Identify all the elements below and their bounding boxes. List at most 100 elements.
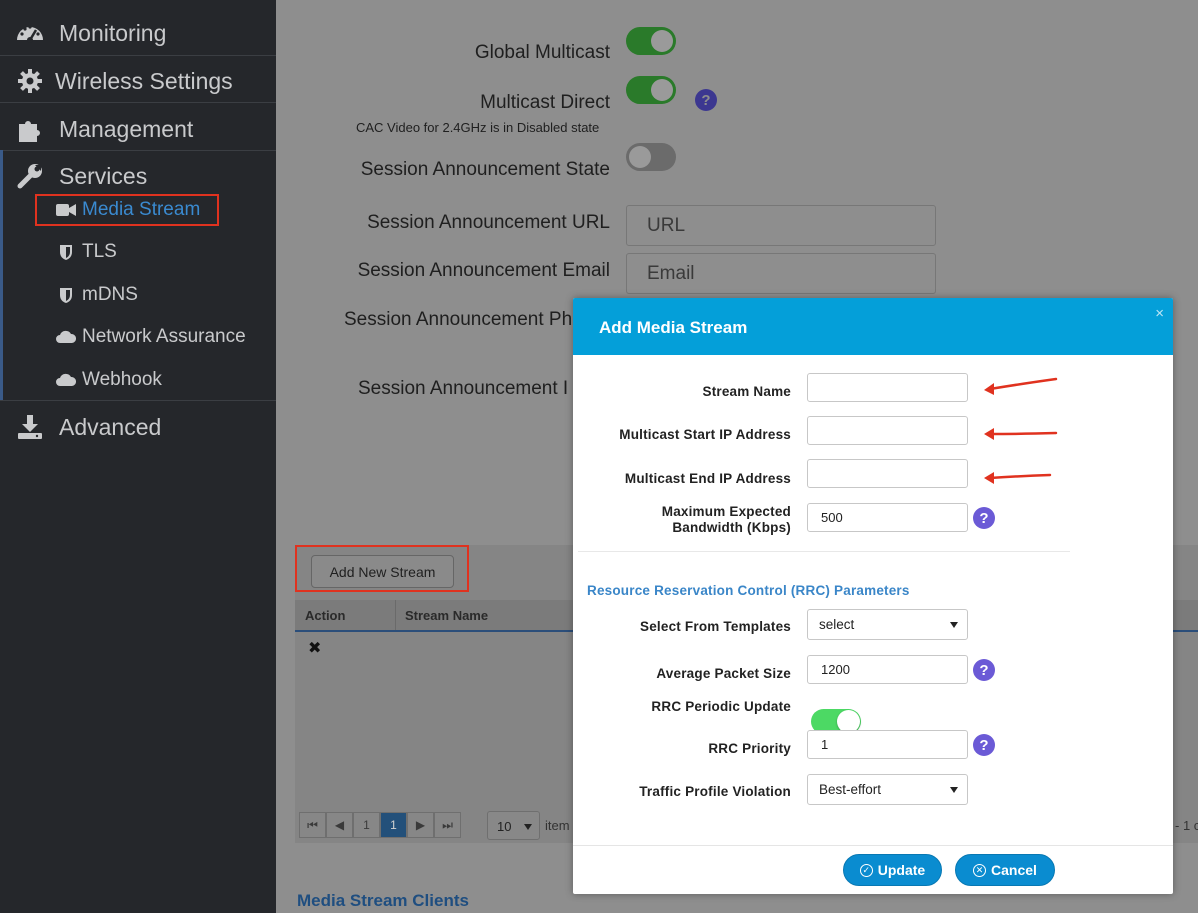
start-ip-label: Multicast Start IP Address — [619, 427, 791, 442]
cloud-icon — [56, 371, 76, 389]
help-icon[interactable]: ? — [695, 89, 717, 111]
multicast-direct-toggle[interactable] — [626, 76, 676, 104]
gear-icon — [15, 66, 45, 96]
global-multicast-toggle[interactable] — [626, 27, 676, 55]
sidebar-subitem-mdns[interactable]: mDNS — [56, 284, 138, 306]
prev-page-button[interactable]: ◀ — [326, 812, 353, 838]
sidebar-subitem-label: mDNS — [82, 284, 138, 305]
sidebar-subitem-network-assurance[interactable]: Network Assurance — [56, 326, 246, 348]
templates-select-value: select — [819, 617, 855, 632]
wrench-icon — [15, 161, 45, 191]
puzzle-icon — [15, 114, 45, 144]
column-header-stream-name: Stream Name — [405, 608, 489, 623]
templates-label: Select From Templates — [640, 619, 791, 634]
column-header-action: Action — [305, 608, 346, 623]
sidebar-subitem-label: Webhook — [82, 369, 162, 390]
dashboard-icon — [15, 18, 45, 48]
sidebar: Monitoring Wireless Settings Management … — [0, 0, 276, 913]
help-icon[interactable]: ? — [973, 734, 995, 756]
sidebar-item-services[interactable]: Services — [0, 158, 276, 194]
divider — [0, 102, 276, 103]
sidebar-item-advanced[interactable]: Advanced — [0, 409, 276, 445]
avg-packet-input[interactable]: 1200 — [807, 655, 968, 684]
chevron-down-icon — [524, 824, 532, 830]
page-number[interactable]: 1 — [353, 812, 380, 838]
page-range-info: - 1 c — [1175, 818, 1198, 833]
cloud-icon — [56, 328, 76, 346]
sidebar-item-label: Services — [59, 162, 148, 189]
page-number-current[interactable]: 1 — [380, 812, 407, 838]
sidebar-item-wireless-settings[interactable]: Wireless Settings — [0, 63, 276, 99]
update-button-label: Update — [877, 862, 926, 878]
first-page-button[interactable]: ⏮ — [299, 812, 326, 838]
max-bandwidth-label-line1: Maximum Expected — [661, 504, 791, 519]
annotation-highlight-box — [35, 194, 219, 226]
help-icon[interactable]: ? — [973, 659, 995, 681]
session-email-input[interactable]: Email — [626, 253, 936, 294]
session-state-toggle[interactable] — [626, 143, 676, 171]
start-ip-input[interactable] — [807, 416, 968, 445]
divider — [578, 551, 1070, 552]
sidebar-item-management[interactable]: Management — [0, 111, 276, 147]
sidebar-item-monitoring[interactable]: Monitoring — [0, 15, 276, 51]
max-bandwidth-label-line2: Bandwidth (Kbps) — [672, 520, 791, 535]
last-page-button[interactable]: ⏭ — [434, 812, 461, 838]
modal-header: Add Media Stream × — [573, 298, 1173, 355]
max-bandwidth-label: Maximum Expected Bandwidth (Kbps) — [662, 504, 791, 535]
delete-row-icon[interactable]: ✖ — [308, 638, 321, 658]
sidebar-subitem-webhook[interactable]: Webhook — [56, 369, 162, 391]
divider — [0, 55, 276, 56]
help-icon[interactable]: ? — [973, 507, 995, 529]
traffic-violation-select[interactable]: Best-effort — [807, 774, 968, 805]
multicast-direct-label: Multicast Direct — [480, 92, 610, 113]
annotation-arrow — [988, 377, 1058, 391]
rrc-priority-input[interactable]: 1 — [807, 730, 968, 759]
rrc-section-title: Resource Reservation Control (RRC) Param… — [587, 583, 910, 598]
modal-title: Add Media Stream — [599, 318, 748, 337]
session-url-input[interactable]: URL — [626, 205, 936, 246]
cancel-button[interactable]: ✕ Cancel — [955, 854, 1055, 886]
close-icon[interactable]: × — [1155, 305, 1164, 322]
annotation-arrow — [988, 431, 1058, 436]
sidebar-item-label: Monitoring — [59, 19, 167, 46]
sidebar-subitem-label: Network Assurance — [82, 326, 246, 347]
max-bandwidth-input[interactable]: 500 — [807, 503, 968, 532]
download-icon — [15, 412, 45, 442]
chevron-down-icon — [950, 787, 958, 793]
session-note-label: Session Announcement I — [358, 378, 569, 399]
session-phone-label: Session Announcement Ph — [344, 309, 573, 330]
update-button[interactable]: ✓ Update — [843, 854, 942, 886]
sidebar-subitem-label: TLS — [82, 241, 117, 262]
divider — [573, 845, 1173, 846]
global-multicast-label: Global Multicast — [474, 42, 610, 63]
sidebar-item-label: Advanced — [59, 413, 162, 440]
session-state-label: Session Announcement State — [360, 159, 610, 180]
shield-icon — [56, 286, 76, 304]
chevron-down-icon — [950, 622, 958, 628]
next-page-button[interactable]: ▶ — [407, 812, 434, 838]
per-page-value: 10 — [497, 819, 512, 834]
check-circle-icon: ✓ — [859, 863, 873, 877]
annotation-arrows — [984, 377, 1058, 484]
sidebar-item-label: Wireless Settings — [55, 67, 233, 94]
session-url-label: Session Announcement URL — [367, 212, 610, 233]
templates-select[interactable]: select — [807, 609, 968, 640]
cancel-button-label: Cancel — [991, 862, 1037, 878]
close-circle-icon: ✕ — [973, 863, 987, 877]
annotation-arrow — [988, 473, 1052, 480]
cac-note: CAC Video for 2.4GHz is in Disabled stat… — [356, 120, 600, 135]
rrc-periodic-label: RRC Periodic Update — [651, 699, 791, 714]
media-stream-clients-heading: Media Stream Clients — [297, 891, 469, 910]
sidebar-item-label: Management — [59, 115, 194, 142]
rrc-priority-label: RRC Priority — [708, 741, 791, 756]
sidebar-subitem-tls[interactable]: TLS — [56, 241, 117, 263]
shield-icon — [56, 243, 76, 261]
end-ip-input[interactable] — [807, 459, 968, 488]
add-media-stream-modal: Add Media Stream × Stream Name Multicast… — [573, 298, 1173, 894]
pagination: ⏮ ◀ 1 1 ▶ ⏭ — [299, 812, 461, 838]
per-page-select[interactable]: 10 — [487, 811, 540, 840]
stream-name-label: Stream Name — [702, 384, 791, 399]
divider — [0, 400, 276, 401]
traffic-violation-value: Best-effort — [819, 782, 882, 797]
stream-name-input[interactable] — [807, 373, 968, 402]
